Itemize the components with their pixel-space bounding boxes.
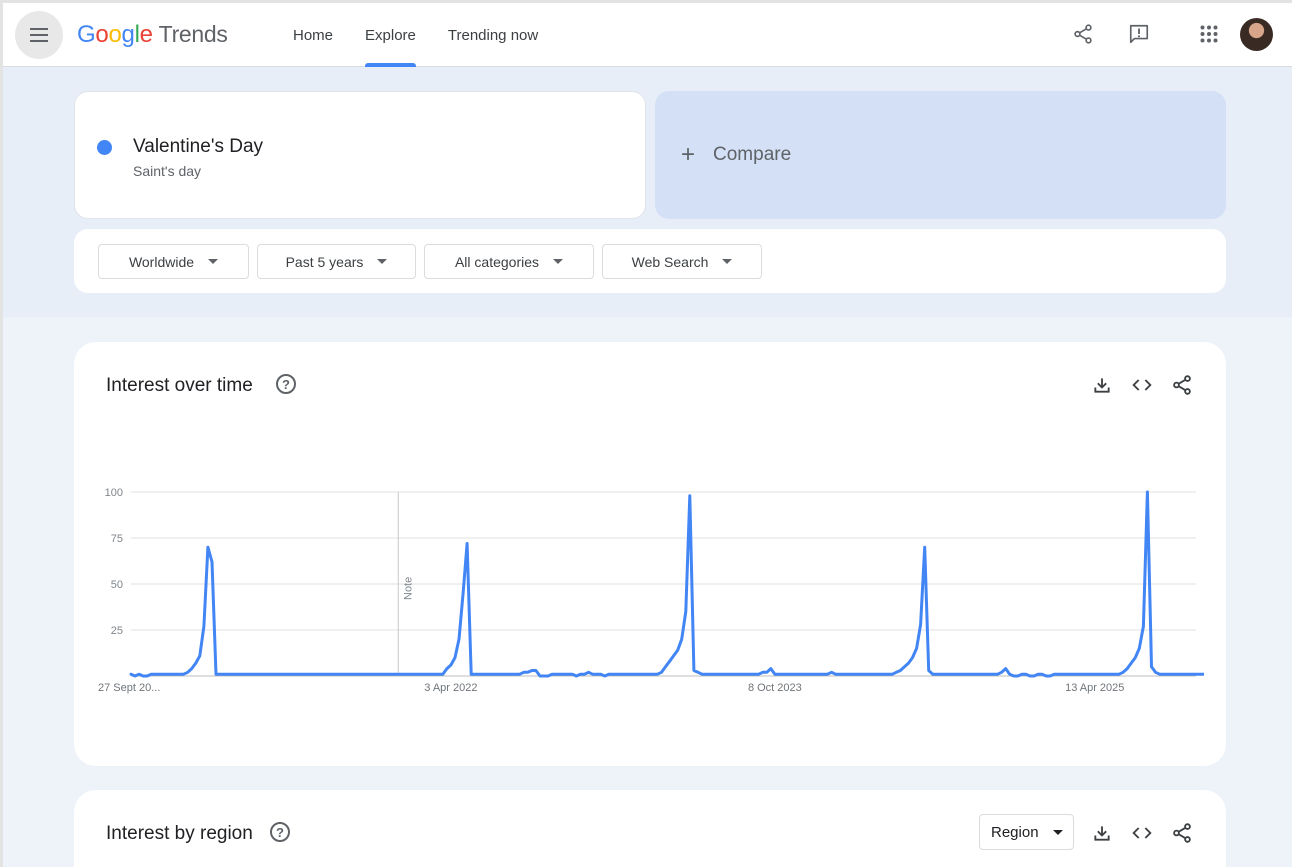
help-icon[interactable]: ?	[276, 374, 296, 394]
logo-letter: o	[95, 21, 109, 48]
interest-over-time-panel: Interest over time ? 100 75 50 25 Note 27 Sep…	[74, 342, 1226, 766]
note-annotation-label: Note	[402, 577, 414, 600]
nav-tab-explore[interactable]: Explore	[349, 3, 432, 67]
filter-label: Past 5 years	[285, 253, 364, 270]
search-term-type: Saint's day	[133, 163, 202, 179]
dropdown-arrow-icon	[722, 259, 733, 264]
dropdown-arrow-icon	[208, 259, 219, 264]
y-tick-label: 50	[111, 579, 123, 591]
google-trends-logo[interactable]: Go o g l e Trends	[77, 21, 228, 49]
search-type-filter[interactable]: Web Search	[602, 244, 762, 279]
download-icon	[1094, 378, 1110, 393]
search-term-card[interactable]: Valentine's Day Saint's day	[74, 91, 646, 219]
panel-title: Interest over time	[106, 375, 253, 396]
download-icon	[1094, 826, 1110, 841]
nav-tab-trending-now[interactable]: Trending now	[432, 3, 554, 67]
google-apps-button[interactable]	[1194, 19, 1224, 49]
account-avatar[interactable]	[1240, 18, 1273, 51]
dropdown-arrow-icon	[1052, 829, 1063, 835]
x-tick-label: 13 Apr 2025	[1065, 682, 1124, 694]
search-term-name: Valentine's Day	[133, 136, 264, 157]
logo-letter: e	[139, 21, 153, 48]
embed-code-icon	[1132, 827, 1152, 839]
time-range-filter[interactable]: Past 5 years	[257, 244, 416, 279]
main-nav: Home Explore Trending now	[277, 3, 554, 67]
embed-code-icon	[1132, 379, 1152, 391]
share-icon	[1173, 823, 1191, 843]
dropdown-arrow-icon	[377, 259, 388, 264]
dropdown-arrow-icon	[553, 259, 564, 264]
apps-grid-icon	[1200, 25, 1218, 43]
location-filter[interactable]: Worldwide	[98, 244, 249, 279]
y-tick-label: 75	[111, 533, 123, 545]
term-color-dot	[97, 140, 112, 155]
download-csv-button[interactable]	[1090, 373, 1114, 397]
share-icon	[1173, 375, 1191, 395]
x-tick-label: 3 Apr 2022	[424, 682, 477, 694]
share-button[interactable]	[1068, 19, 1098, 49]
y-tick-label: 25	[111, 625, 123, 637]
interest-by-region-panel: Interest by region ? Region	[74, 790, 1226, 867]
hamburger-menu-icon	[30, 28, 48, 42]
select-value: Region	[991, 823, 1039, 841]
logo-letter: o	[108, 21, 122, 48]
filter-bar: Worldwide Past 5 years All categories We…	[74, 229, 1226, 293]
x-tick-label: 27 Sept 20...	[98, 682, 160, 694]
y-tick-label: 100	[105, 487, 123, 499]
panel-title: Interest by region	[106, 823, 253, 844]
help-icon[interactable]: ?	[270, 822, 290, 842]
embed-button[interactable]	[1130, 373, 1154, 397]
share-chart-button[interactable]	[1170, 373, 1194, 397]
filter-label: Worldwide	[128, 253, 195, 270]
download-csv-button[interactable]	[1090, 821, 1114, 845]
logo-letter: g	[121, 21, 135, 48]
x-tick-label: 8 Oct 2023	[748, 682, 802, 694]
main-menu-button[interactable]	[15, 11, 63, 59]
compare-label: Compare	[713, 144, 792, 165]
logo-trends: Trends	[158, 21, 228, 47]
category-filter[interactable]: All categories	[424, 244, 594, 279]
share-icon	[1074, 24, 1092, 44]
interest-over-time-chart[interactable]: 100 75 50 25 Note 27 Sept 20... 3 Apr 2022 8 Oc…	[94, 472, 1204, 702]
logo-letter: G	[77, 21, 96, 48]
filter-label: All categories	[454, 253, 540, 270]
nav-tab-home[interactable]: Home	[277, 3, 349, 67]
top-app-bar: Go o g l e Trends Home Explore Trending now	[3, 3, 1292, 67]
feedback-icon	[1129, 24, 1149, 44]
feedback-button[interactable]	[1124, 19, 1154, 49]
region-resolution-select[interactable]: Region	[979, 814, 1074, 850]
add-icon: +	[681, 141, 696, 168]
filter-label: Web Search	[631, 253, 709, 270]
compare-button[interactable]: + Compare	[655, 91, 1226, 219]
embed-button[interactable]	[1130, 821, 1154, 845]
share-chart-button[interactable]	[1170, 821, 1194, 845]
